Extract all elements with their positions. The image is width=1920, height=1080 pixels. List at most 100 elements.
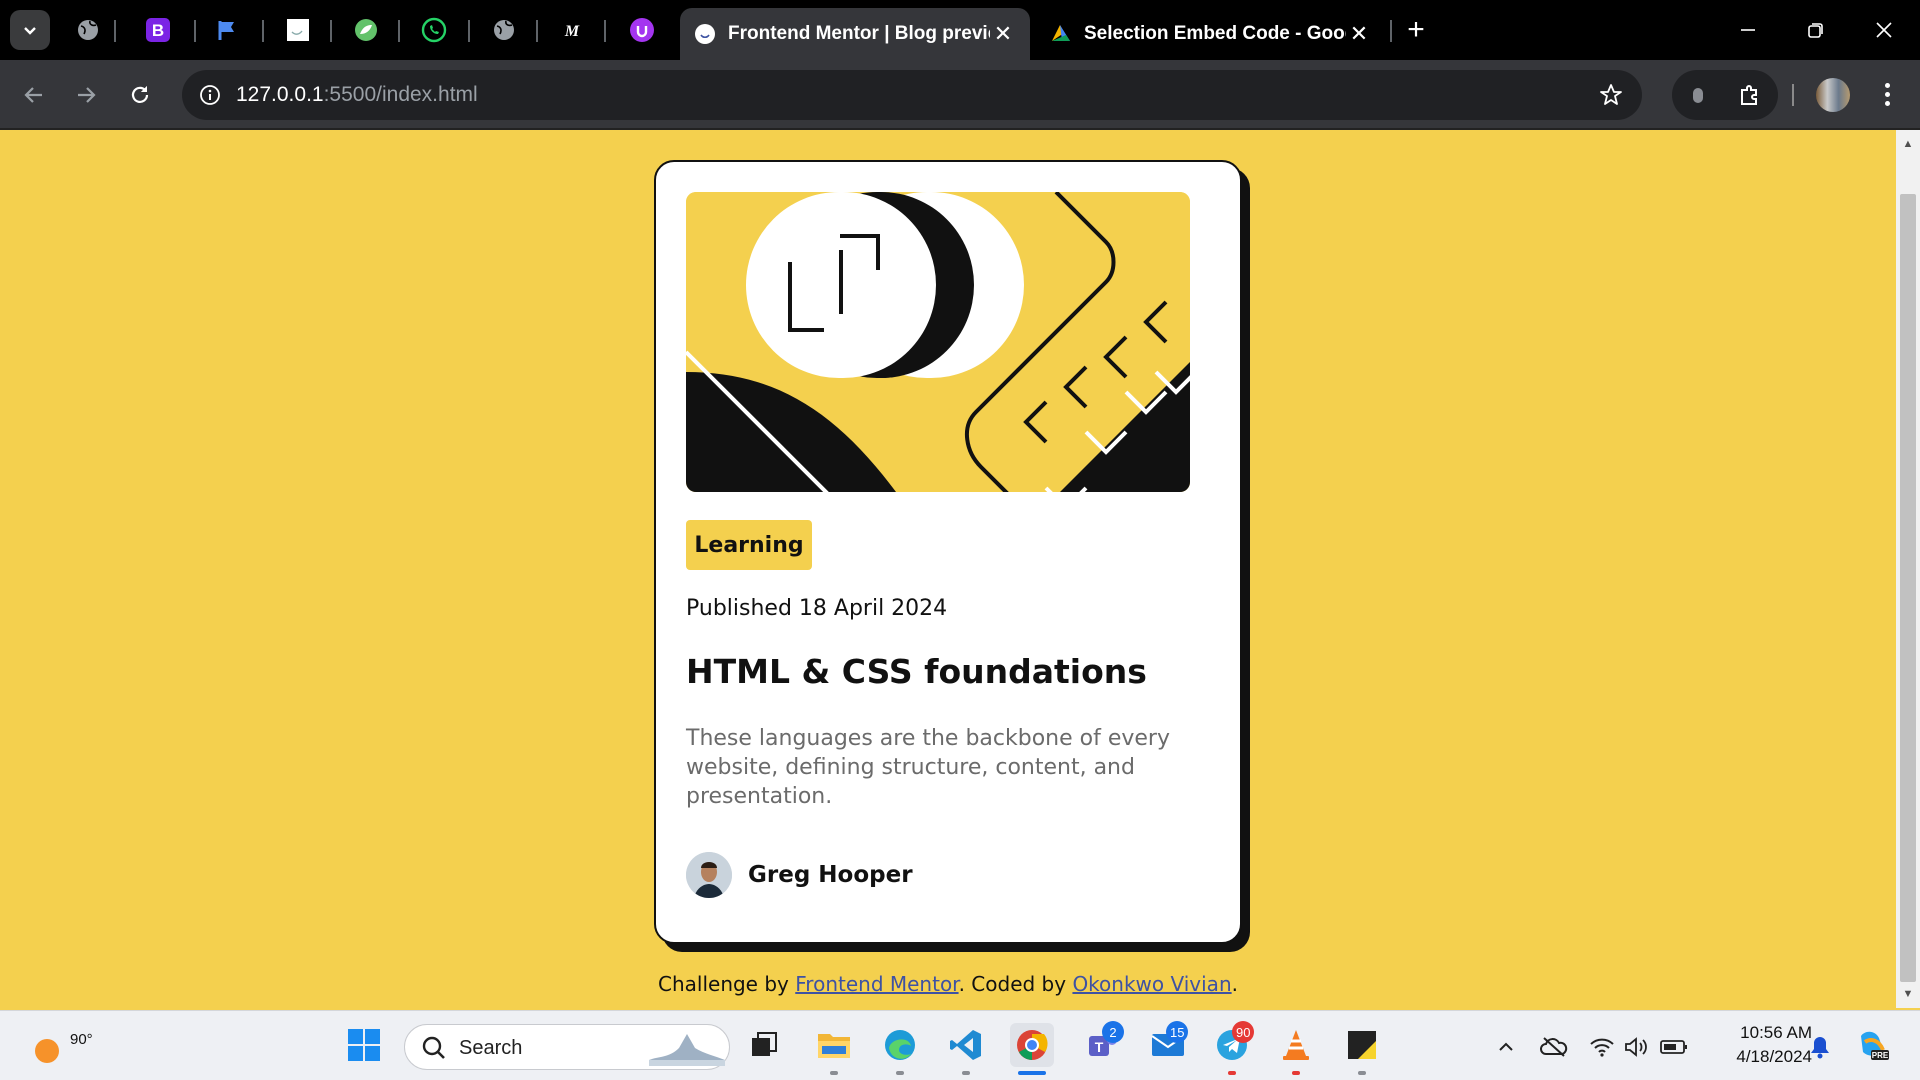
frontend-mentor-link[interactable]: Frontend Mentor bbox=[795, 972, 958, 996]
back-button[interactable] bbox=[14, 75, 54, 115]
pinned-tab-medium[interactable]: M bbox=[554, 12, 590, 48]
bookmark-button[interactable] bbox=[1594, 78, 1628, 112]
windows-taskbar: 90° Search T 2 15 90 10:56 AM 4/18/2024 … bbox=[0, 1010, 1920, 1080]
notifications-button[interactable] bbox=[1806, 1033, 1834, 1061]
close-icon bbox=[1876, 22, 1892, 38]
site-info-button[interactable] bbox=[192, 77, 228, 113]
tab-title: Frontend Mentor | Blog preview card bbox=[728, 23, 990, 44]
scrollbar-thumb[interactable] bbox=[1900, 194, 1916, 982]
profile-avatar[interactable] bbox=[1816, 78, 1850, 112]
card-description: These languages are the backbone of ever… bbox=[686, 726, 1170, 809]
extension-mouse-icon bbox=[1693, 88, 1703, 103]
speaker-icon bbox=[1625, 1037, 1647, 1057]
address-bar[interactable]: 127.0.0.1:5500/index.html bbox=[182, 70, 1642, 120]
attribution-text: . bbox=[1231, 972, 1238, 996]
author-link[interactable]: Okonkwo Vivian bbox=[1072, 972, 1231, 996]
url-path: :5500/index.html bbox=[323, 83, 478, 106]
bell-icon bbox=[1811, 1037, 1829, 1059]
tab-title: Selection Embed Code - Google bbox=[1084, 23, 1346, 44]
tab-frontend-mentor[interactable]: Frontend Mentor | Blog preview card ✕ bbox=[680, 8, 1030, 60]
wifi-button[interactable] bbox=[1588, 1033, 1616, 1061]
volume-button[interactable] bbox=[1622, 1033, 1650, 1061]
author-avatar bbox=[686, 852, 732, 898]
star-icon bbox=[1600, 84, 1622, 105]
teams-badge: 2 bbox=[1102, 1021, 1124, 1043]
cloud-offline-icon bbox=[1540, 1037, 1568, 1057]
task-view-button[interactable] bbox=[742, 1023, 786, 1067]
tab-selection-embed[interactable]: Selection Embed Code - Google ✕ bbox=[1036, 8, 1386, 60]
globe-icon bbox=[78, 20, 98, 40]
browser-toolbar: 127.0.0.1:5500/index.html bbox=[0, 60, 1920, 130]
battery-button[interactable] bbox=[1660, 1033, 1688, 1061]
author-name: Greg Hooper bbox=[748, 862, 913, 888]
scroll-up-arrow-icon[interactable]: ▲ bbox=[1896, 132, 1920, 156]
edge-icon bbox=[885, 1030, 915, 1060]
svg-text:B: B bbox=[152, 21, 164, 40]
search-placeholder: Search bbox=[459, 1037, 523, 1059]
vscode-icon bbox=[950, 1030, 981, 1060]
weather-widget[interactable]: 90° bbox=[26, 1023, 93, 1071]
show-hidden-icons-button[interactable] bbox=[1492, 1033, 1520, 1061]
pinned-tab-whatsapp[interactable] bbox=[416, 12, 452, 48]
vscode-button[interactable] bbox=[944, 1023, 988, 1067]
minimize-button[interactable] bbox=[1720, 8, 1776, 52]
clock-time: 10:56 AM bbox=[1740, 1023, 1812, 1042]
document-icon bbox=[287, 19, 309, 41]
copilot-button[interactable]: PRE bbox=[1854, 1027, 1890, 1063]
battery-icon bbox=[1660, 1040, 1687, 1054]
minimize-icon bbox=[1741, 29, 1755, 31]
edge-button[interactable] bbox=[878, 1023, 922, 1067]
pinned-tab-green[interactable] bbox=[348, 12, 384, 48]
tab-search-button[interactable] bbox=[10, 10, 50, 50]
onedrive-button[interactable] bbox=[1540, 1033, 1568, 1061]
vlc-button[interactable] bbox=[1274, 1023, 1318, 1067]
scroll-down-arrow-icon[interactable]: ▼ bbox=[1896, 982, 1920, 1006]
udemy-icon bbox=[630, 18, 654, 42]
reload-button[interactable] bbox=[120, 75, 160, 115]
puzzle-icon bbox=[1741, 85, 1757, 105]
taskbar-search[interactable]: Search bbox=[404, 1024, 730, 1070]
page-scrollbar[interactable]: ▲ ▼ bbox=[1896, 130, 1920, 1008]
wifi-icon bbox=[1590, 1038, 1614, 1057]
chevron-up-icon bbox=[1499, 1042, 1513, 1051]
pinned-tab-udemy[interactable] bbox=[624, 12, 660, 48]
card-title[interactable]: HTML & CSS foundations bbox=[686, 652, 1147, 691]
attribution-footer: Challenge by Frontend Mentor. Coded by O… bbox=[0, 972, 1896, 996]
arrow-left-icon bbox=[24, 87, 42, 103]
pinned-tab-bootstrap[interactable]: B bbox=[140, 12, 176, 48]
close-window-button[interactable] bbox=[1856, 8, 1912, 52]
restore-button[interactable] bbox=[1788, 8, 1844, 52]
close-tab-icon[interactable]: ✕ bbox=[990, 21, 1016, 47]
start-button[interactable] bbox=[342, 1023, 386, 1067]
blog-preview-card: Learning Published 18 April 2024 HTML & … bbox=[654, 160, 1242, 944]
svg-text:T: T bbox=[1095, 1039, 1104, 1055]
illustration-image bbox=[686, 192, 1190, 492]
flag-icon bbox=[218, 21, 234, 40]
extensions-menu-button[interactable] bbox=[1732, 77, 1768, 113]
task-view-icon bbox=[752, 1032, 777, 1056]
system-clock[interactable]: 10:56 AM 4/18/2024 bbox=[1700, 1021, 1812, 1069]
chrome-button[interactable] bbox=[1010, 1023, 1054, 1067]
copilot-icon: PRE bbox=[1861, 1031, 1889, 1060]
extensions-area bbox=[1672, 70, 1778, 120]
folder-icon bbox=[818, 1034, 850, 1058]
file-explorer-button[interactable] bbox=[812, 1023, 856, 1067]
extension-button[interactable] bbox=[1680, 77, 1716, 113]
pinned-tab-flag[interactable] bbox=[210, 12, 246, 48]
sun-cloud-icon bbox=[35, 1039, 59, 1063]
url-text[interactable]: 127.0.0.1:5500/index.html bbox=[236, 83, 478, 107]
browser-menu-button[interactable] bbox=[1872, 76, 1902, 112]
weather-temperature: 90° bbox=[70, 1031, 93, 1048]
windows-logo-icon bbox=[348, 1029, 380, 1061]
search-icon bbox=[422, 1036, 445, 1059]
globe-icon bbox=[494, 20, 514, 40]
sticky-notes-button[interactable] bbox=[1340, 1023, 1384, 1067]
new-tab-button[interactable]: + bbox=[1398, 12, 1434, 48]
forward-button[interactable] bbox=[66, 75, 106, 115]
close-tab-icon[interactable]: ✕ bbox=[1346, 21, 1372, 47]
pinned-tab-globe-2[interactable] bbox=[486, 12, 522, 48]
pinned-tab-globe[interactable] bbox=[70, 12, 106, 48]
pinned-tab-doc[interactable] bbox=[280, 12, 316, 48]
svg-text:M: M bbox=[564, 23, 580, 40]
google-apps-icon bbox=[1052, 25, 1070, 41]
